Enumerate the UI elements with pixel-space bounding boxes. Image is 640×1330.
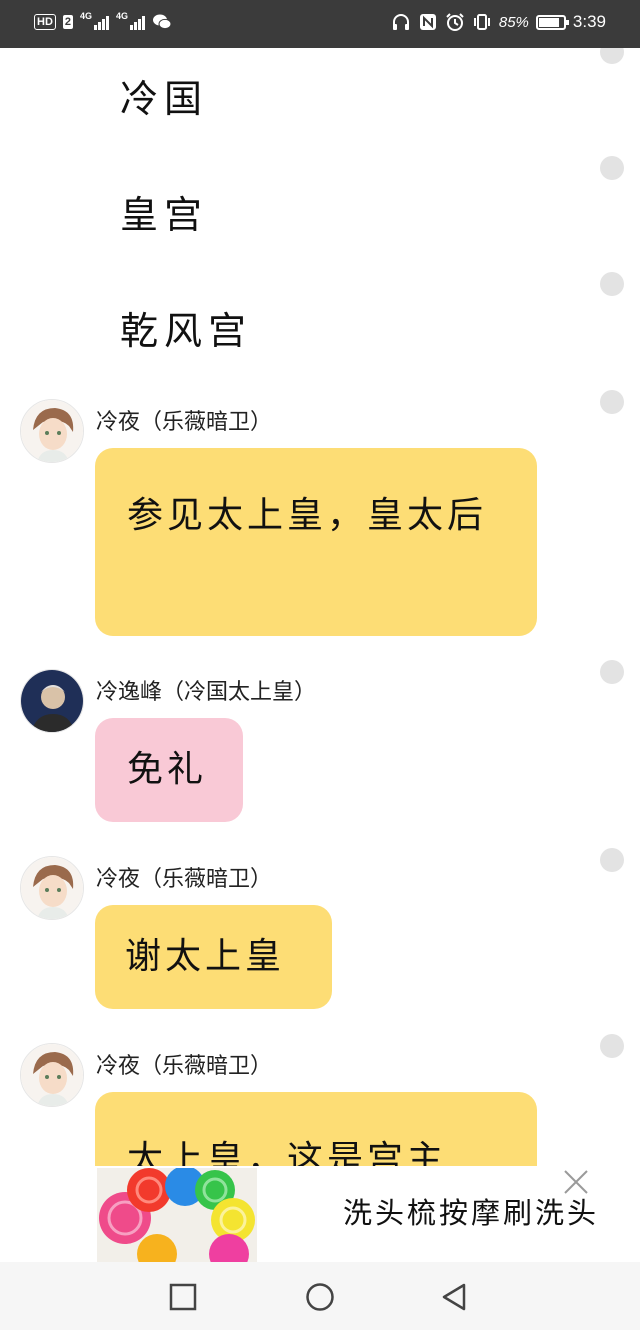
headphones-icon xyxy=(391,12,411,32)
battery-icon xyxy=(535,14,569,30)
network-type-label: 4G xyxy=(116,11,129,21)
message-bubble[interactable]: 免礼 xyxy=(95,718,243,822)
select-radio[interactable] xyxy=(600,390,624,414)
select-radio[interactable] xyxy=(600,272,624,296)
scene-text-hall: 乾风宫 xyxy=(120,309,253,353)
sender-name: 冷夜（乐薇暗卫） xyxy=(96,867,273,892)
ad-title[interactable]: 洗头梳按摩刷洗头 xyxy=(343,1190,599,1232)
message-bubble[interactable]: 太上皇，这是宫主 xyxy=(95,1092,537,1166)
message-bubble[interactable]: 参见太上皇，皇太后 xyxy=(95,448,537,636)
sender-name: 冷夜（乐薇暗卫） xyxy=(96,1054,273,1079)
select-radio[interactable] xyxy=(600,48,624,64)
select-radio[interactable] xyxy=(600,1034,624,1058)
wechat-icon xyxy=(152,12,172,32)
chat-area[interactable]: 冷国 皇宫 乾风宫 冷夜（乐薇暗卫） 参见太上皇，皇太后 冷逸峰（冷国太上皇） … xyxy=(0,48,640,1166)
alarm-icon xyxy=(445,12,465,32)
avatar[interactable] xyxy=(20,399,84,463)
ad-banner[interactable]: 洗头梳按摩刷洗头 xyxy=(0,1166,640,1262)
vibrate-icon xyxy=(472,12,492,32)
scene-text-country: 冷国 xyxy=(120,77,209,121)
select-radio[interactable] xyxy=(600,156,624,180)
status-bar: HD 2 4G 4G 85% 3:39 xyxy=(0,0,640,48)
select-radio[interactable] xyxy=(600,848,624,872)
avatar[interactable] xyxy=(20,856,84,920)
recent-apps-icon[interactable] xyxy=(168,1282,198,1312)
signal-icon: 4G xyxy=(80,11,110,30)
message-bubble[interactable]: 谢太上皇 xyxy=(95,905,332,1009)
select-radio[interactable] xyxy=(600,660,624,684)
sim-slot-badge: 2 xyxy=(62,15,74,29)
avatar[interactable] xyxy=(20,669,84,733)
nfc-icon xyxy=(418,12,438,32)
hd-icon: HD xyxy=(34,14,56,30)
home-icon[interactable] xyxy=(305,1282,335,1312)
signal-icon: 4G xyxy=(116,11,146,30)
avatar[interactable] xyxy=(20,1043,84,1107)
sender-name: 冷夜（乐薇暗卫） xyxy=(96,410,273,435)
close-icon[interactable] xyxy=(562,1168,590,1196)
scene-text-palace: 皇宫 xyxy=(120,193,209,237)
battery-percent: 85% xyxy=(498,13,529,31)
ad-image[interactable] xyxy=(97,1168,257,1262)
sender-name: 冷逸峰（冷国太上皇） xyxy=(96,680,317,705)
clock: 3:39 xyxy=(572,12,606,31)
network-type-label: 4G xyxy=(80,11,93,21)
back-icon[interactable] xyxy=(440,1282,470,1312)
navigation-bar xyxy=(0,1262,640,1330)
